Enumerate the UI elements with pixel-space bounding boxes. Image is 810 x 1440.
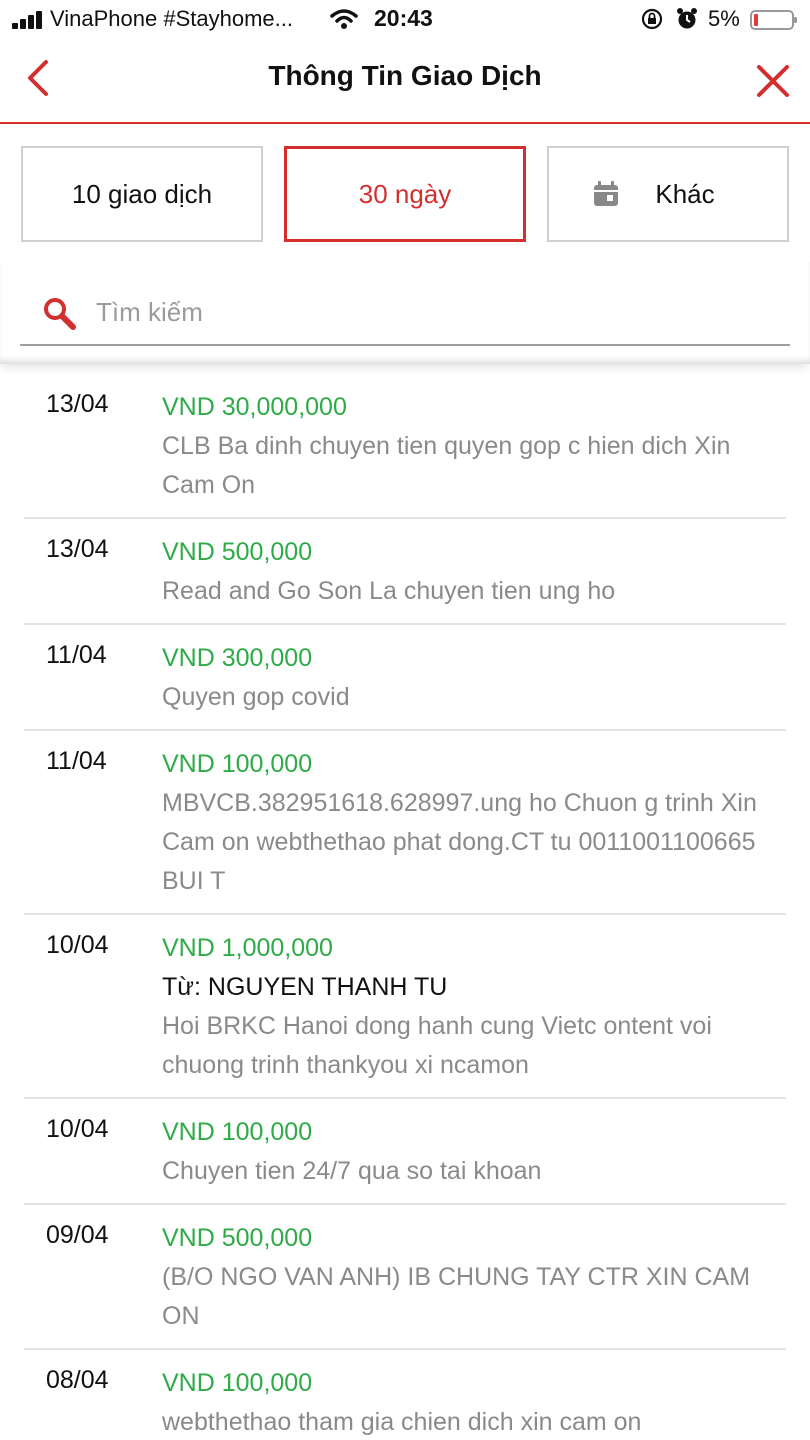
clock-time: 20:43 [374, 5, 433, 31]
transaction-content: VND 100,000 Chuyen tien 24/7 qua so tai k… [162, 1113, 786, 1191]
transaction-date: 10/04 [46, 931, 109, 959]
transaction-amount: VND 100,000 [162, 1118, 313, 1146]
battery-icon [750, 10, 797, 30]
transaction-description: MBVCB.382951618.628997.ung ho Chuon g tr… [162, 789, 757, 895]
transaction-date: 13/04 [46, 535, 109, 563]
transaction-description: webthethao tham gia chien dich xin cam o… [162, 1408, 642, 1436]
transaction-row[interactable]: 13/04 VND 30,000,000 CLB Ba dinh chuyen ti… [24, 374, 786, 519]
transaction-description: CLB Ba dinh chuyen tien quyen gop c hien… [162, 432, 731, 499]
transaction-list: 13/04 VND 30,000,000 CLB Ba dinh chuyen ti… [0, 374, 810, 1440]
transaction-description: (B/O NGO VAN ANH) IB CHUNG TAY CTR XIN C… [162, 1263, 751, 1330]
transaction-row[interactable]: 09/04 VND 500,000 (B/O NGO VAN ANH) IB CHU… [24, 1205, 786, 1350]
transaction-amount: VND 300,000 [162, 644, 313, 672]
tab-other-date-range[interactable]: Khác [547, 146, 789, 242]
app-header: Thông Tin Giao Dịch [0, 40, 810, 124]
transaction-row[interactable]: 11/04 VND 100,000 MBVCB.382951618.628997.u… [24, 731, 786, 915]
search-icon [44, 298, 76, 330]
tab-30-days[interactable]: 30 ngày [284, 146, 526, 242]
transaction-row[interactable]: 11/04 VND 300,000 Quyen gop covid [24, 625, 786, 731]
transaction-description: Read and Go Son La chuyen tien ung ho [162, 577, 616, 605]
rotation-lock-icon [641, 8, 663, 30]
close-icon[interactable] [754, 62, 792, 100]
wifi-icon [330, 9, 358, 29]
transaction-description: Hoi BRKC Hanoi dong hanh cung Vietc onte… [162, 1012, 712, 1079]
tab-10-transactions[interactable]: 10 giao dịch [21, 146, 263, 242]
filter-tabs: 10 giao dịch 30 ngày Khác [0, 126, 810, 262]
transaction-content: VND 100,000 webthethao tham gia chien dic… [162, 1364, 786, 1440]
carrier-name: VinaPhone #Stayhome... [50, 6, 293, 31]
transaction-date: 13/04 [46, 390, 109, 418]
battery-percentage: 5% [708, 6, 740, 31]
transaction-row[interactable]: 13/04 VND 500,000 Read and Go Son La chuye… [24, 519, 786, 625]
search-bar [20, 284, 790, 346]
transaction-date: 11/04 [46, 641, 107, 669]
transaction-amount: VND 1,000,000 [162, 934, 333, 962]
transaction-amount: VND 500,000 [162, 538, 313, 566]
transaction-content: VND 100,000 MBVCB.382951618.628997.ung ho… [162, 745, 786, 901]
transaction-description: Chuyen tien 24/7 qua so tai khoan [162, 1157, 542, 1185]
transaction-date: 09/04 [46, 1221, 109, 1249]
alarm-icon [677, 8, 697, 29]
status-bar: VinaPhone #Stayhome... 20:43 5% [0, 0, 810, 40]
transaction-content: VND 1,000,000 Từ: NGUYEN THANH TU Hoi BRKC… [162, 929, 786, 1085]
transaction-content: VND 30,000,000 CLB Ba dinh chuyen tien qu… [162, 388, 786, 505]
tab-label: 30 ngày [358, 178, 452, 209]
transaction-content: VND 500,000 (B/O NGO VAN ANH) IB CHUNG TA… [162, 1219, 786, 1336]
transaction-description: Quyen gop covid [162, 683, 350, 711]
calendar-icon [594, 181, 619, 206]
transaction-row[interactable]: 08/04 VND 100,000 webthethao tham gia chie… [24, 1350, 786, 1440]
transaction-date: 08/04 [46, 1366, 109, 1394]
transaction-content: VND 500,000 Read and Go Son La chuyen tie… [162, 533, 786, 611]
transaction-row[interactable]: 10/04 VND 100,000 Chuyen tien 24/7 qua so … [24, 1099, 786, 1205]
transaction-amount: VND 100,000 [162, 1369, 313, 1397]
transaction-sender: Từ: NGUYEN THANH TU [162, 973, 448, 1001]
transaction-amount: VND 500,000 [162, 1224, 313, 1252]
transaction-amount: VND 100,000 [162, 750, 313, 778]
search-section [0, 262, 810, 364]
signal-icon [12, 11, 44, 29]
transaction-row[interactable]: 10/04 VND 1,000,000 Từ: NGUYEN THANH TU Hoi… [24, 915, 786, 1099]
search-input[interactable] [96, 290, 756, 334]
transaction-amount: VND 30,000,000 [162, 393, 347, 421]
tab-label: Khác [655, 178, 715, 209]
transaction-date: 11/04 [46, 747, 107, 775]
tab-label: 10 giao dịch [71, 178, 213, 209]
transaction-content: VND 300,000 Quyen gop covid [162, 639, 786, 717]
page-title: Thông Tin Giao Dịch [268, 60, 542, 91]
transaction-date: 10/04 [46, 1115, 109, 1143]
